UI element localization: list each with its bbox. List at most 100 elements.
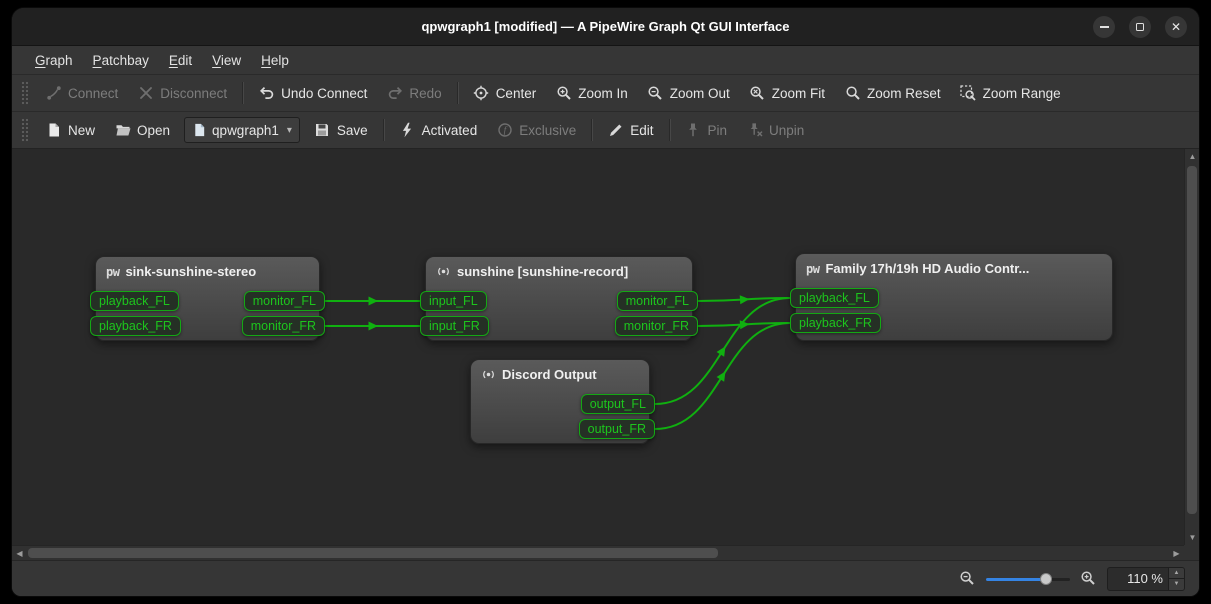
app-window: qpwgraph1 [modified] — A PipeWire Graph … bbox=[12, 8, 1199, 596]
graph-canvas[interactable]: pwsink-sunshine-stereoplayback_FLplaybac… bbox=[12, 149, 1184, 545]
open-folder-icon bbox=[114, 122, 131, 139]
graph-view: pwsink-sunshine-stereoplayback_FLplaybac… bbox=[12, 148, 1199, 560]
scroll-up-arrow[interactable] bbox=[1185, 149, 1199, 164]
edit-pencil-icon bbox=[607, 122, 624, 139]
port-sink-monitor_FL[interactable]: monitor_FL bbox=[244, 291, 325, 311]
scroll-right-arrow[interactable] bbox=[1169, 546, 1184, 561]
open-button[interactable]: Open bbox=[105, 117, 179, 144]
statusbar: 110 % bbox=[12, 560, 1199, 596]
port-sunshine-monitor_FR[interactable]: monitor_FR bbox=[615, 316, 698, 336]
activated-button[interactable]: Activated bbox=[390, 117, 487, 144]
session-file-icon bbox=[192, 123, 207, 138]
port-sunshine-input_FL[interactable]: input_FL bbox=[420, 291, 487, 311]
disconnect-button[interactable]: Disconnect bbox=[128, 80, 236, 107]
node-sink[interactable]: pwsink-sunshine-stereoplayback_FLplaybac… bbox=[95, 256, 320, 341]
zoom-spinbox[interactable]: 110 % bbox=[1107, 567, 1185, 591]
scroll-left-arrow[interactable] bbox=[12, 546, 27, 561]
port-sunshine-monitor_FL[interactable]: monitor_FL bbox=[617, 291, 698, 311]
center-button[interactable]: Center bbox=[464, 80, 546, 107]
port-sink-playback_FR[interactable]: playback_FR bbox=[90, 316, 181, 336]
menu-patchbay-accel: P bbox=[93, 53, 102, 68]
node-title: sunshine [sunshine-record] bbox=[457, 264, 628, 279]
toolbar-handle[interactable] bbox=[21, 118, 28, 142]
minimize-button[interactable] bbox=[1093, 16, 1115, 38]
titlebar[interactable]: qpwgraph1 [modified] — A PipeWire Graph … bbox=[12, 8, 1199, 46]
zoom-slider-handle[interactable] bbox=[1040, 573, 1052, 585]
zoom-in-button[interactable]: Zoom In bbox=[546, 80, 637, 107]
node-discord[interactable]: Discord Outputoutput_FLoutput_FR bbox=[470, 359, 650, 444]
menu-edit[interactable]: Edit bbox=[160, 50, 201, 71]
open-label: Open bbox=[137, 123, 170, 138]
menu-patchbay[interactable]: Patchbay bbox=[84, 50, 158, 71]
menu-graph[interactable]: Graph bbox=[26, 50, 82, 71]
node-title: Discord Output bbox=[502, 367, 597, 382]
menu-help-rest: elp bbox=[271, 53, 289, 68]
port-sink-playback_FL[interactable]: playback_FL bbox=[90, 291, 179, 311]
session-combobox[interactable]: qpwgraph1 bbox=[184, 117, 300, 143]
zoom-in-status-icon[interactable] bbox=[1080, 570, 1097, 587]
activated-bolt-icon bbox=[399, 122, 416, 139]
port-sink-monitor_FR[interactable]: monitor_FR bbox=[242, 316, 325, 336]
new-button[interactable]: New bbox=[36, 117, 104, 144]
svg-text:f: f bbox=[503, 125, 507, 136]
window-controls bbox=[1093, 8, 1187, 45]
menu-edit-accel: E bbox=[169, 53, 178, 68]
port-discord-output_FR[interactable]: output_FR bbox=[579, 419, 655, 439]
zoom-in-icon bbox=[555, 85, 572, 102]
pin-button[interactable]: Pin bbox=[676, 117, 737, 144]
zoom-out-label: Zoom Out bbox=[670, 86, 730, 101]
menu-help[interactable]: Help bbox=[252, 50, 298, 71]
connect-icon bbox=[45, 85, 62, 102]
connection-arrow-icon bbox=[740, 295, 750, 305]
maximize-button[interactable] bbox=[1129, 16, 1151, 38]
zoom-out-status-icon[interactable] bbox=[959, 570, 976, 587]
pipewire-icon: pw bbox=[106, 265, 119, 279]
zoom-reset-button[interactable]: Zoom Reset bbox=[835, 80, 950, 107]
node-family[interactable]: pwFamily 17h/19h HD Audio Contr...playba… bbox=[795, 253, 1113, 341]
zoom-in-label: Zoom In bbox=[578, 86, 628, 101]
zoom-out-button[interactable]: Zoom Out bbox=[638, 80, 739, 107]
monitor-icon bbox=[436, 264, 451, 279]
close-icon bbox=[1171, 21, 1181, 33]
zoom-slider[interactable] bbox=[986, 571, 1070, 587]
unpin-button[interactable]: Unpin bbox=[737, 117, 813, 144]
toolbar-handle[interactable] bbox=[21, 81, 28, 105]
menu-view[interactable]: View bbox=[203, 50, 250, 71]
zoom-fit-label: Zoom Fit bbox=[772, 86, 825, 101]
zoom-slider-fill bbox=[986, 578, 1046, 581]
port-family-playback_FL[interactable]: playback_FL bbox=[790, 288, 879, 308]
menu-view-accel: V bbox=[212, 53, 221, 68]
pin-label: Pin bbox=[708, 123, 728, 138]
horizontal-scrollbar-thumb[interactable] bbox=[28, 548, 718, 558]
connection-arrow-icon bbox=[369, 322, 379, 331]
menu-view-rest: iew bbox=[221, 53, 241, 68]
zoom-spin-buttons bbox=[1168, 568, 1184, 590]
port-sunshine-input_FR[interactable]: input_FR bbox=[420, 316, 489, 336]
port-family-playback_FR[interactable]: playback_FR bbox=[790, 313, 881, 333]
zoom-out-icon bbox=[647, 85, 664, 102]
undo-connect-button[interactable]: Undo Connect bbox=[249, 80, 376, 107]
zoom-fit-button[interactable]: Zoom Fit bbox=[740, 80, 834, 107]
scroll-down-arrow[interactable] bbox=[1185, 530, 1199, 545]
zoom-fit-icon bbox=[749, 85, 766, 102]
edit-button[interactable]: Edit bbox=[598, 117, 662, 144]
horizontal-scrollbar[interactable] bbox=[12, 545, 1184, 560]
connect-button[interactable]: Connect bbox=[36, 80, 127, 107]
zoom-range-button[interactable]: Zoom Range bbox=[951, 80, 1070, 107]
toolbar-separator bbox=[457, 82, 458, 104]
redo-button[interactable]: Redo bbox=[377, 80, 450, 107]
menu-graph-rest: raph bbox=[46, 53, 73, 68]
vertical-scrollbar-thumb[interactable] bbox=[1187, 166, 1197, 514]
connection-arrow-icon bbox=[717, 344, 730, 357]
exclusive-button[interactable]: f Exclusive bbox=[487, 117, 585, 144]
toolbar-separator bbox=[242, 82, 243, 104]
close-button[interactable] bbox=[1165, 16, 1187, 38]
node-sunshine[interactable]: sunshine [sunshine-record]input_FLinput_… bbox=[425, 256, 693, 341]
new-file-icon bbox=[45, 122, 62, 139]
edit-label: Edit bbox=[630, 123, 653, 138]
save-button[interactable]: Save bbox=[305, 117, 377, 144]
vertical-scrollbar[interactable] bbox=[1184, 149, 1199, 545]
spin-down-button[interactable] bbox=[1169, 578, 1184, 590]
spin-up-button[interactable] bbox=[1169, 568, 1184, 579]
port-discord-output_FL[interactable]: output_FL bbox=[581, 394, 655, 414]
